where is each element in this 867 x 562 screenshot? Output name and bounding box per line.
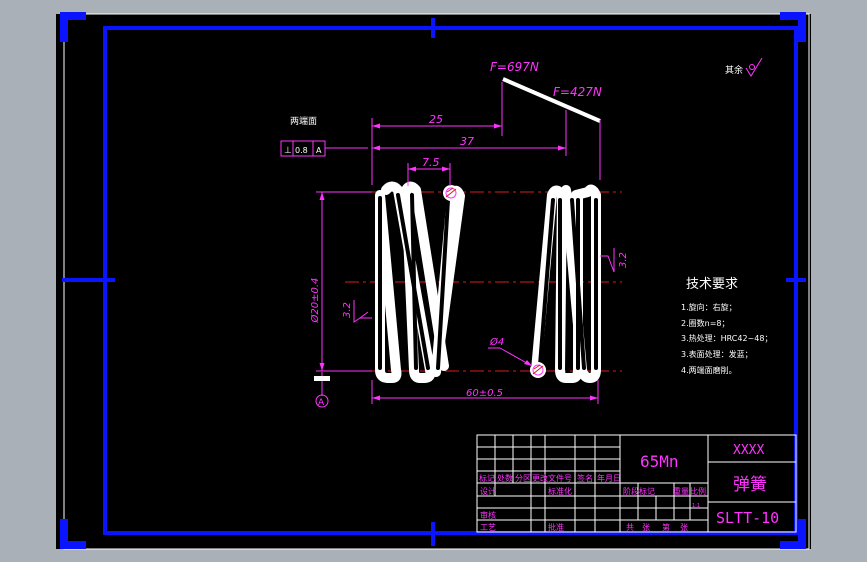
company-text: XXXX	[733, 443, 764, 458]
svg-text:张: 张	[680, 523, 688, 532]
cad-viewport[interactable]: F=697N F=427N 25 37 7.5 Ø20±0.4 Ø4 60±0.…	[0, 0, 867, 562]
svg-text:阶段标记: 阶段标记	[623, 486, 655, 496]
svg-text:年月日: 年月日	[597, 473, 621, 483]
svg-text:分区: 分区	[515, 474, 531, 483]
svg-text:第: 第	[662, 522, 670, 532]
svg-text:标记: 标记	[479, 473, 495, 483]
svg-text:共: 共	[626, 523, 634, 532]
svg-text:F=427N: F=427N	[553, 85, 602, 99]
svg-text:张: 张	[642, 523, 650, 532]
svg-text:签名: 签名	[577, 473, 593, 483]
svg-text:重量: 重量	[673, 486, 689, 496]
svg-text:4.两端面磨削。: 4.两端面磨削。	[681, 365, 737, 375]
tolerance-value: 0.8	[295, 146, 308, 155]
svg-text:标准化: 标准化	[548, 486, 572, 496]
svg-text:处数: 处数	[497, 473, 513, 483]
material-text: 65Mn	[640, 452, 679, 471]
surface-note: 其余	[725, 64, 743, 76]
part-name-text: 弹簧	[733, 475, 767, 495]
tolerance-datum: A	[316, 146, 322, 155]
svg-text:批准: 批准	[548, 522, 564, 532]
drawing-number-text: SLTT-10	[716, 509, 779, 527]
svg-text:3.热处理：HRC42~48；: 3.热处理：HRC42~48；	[681, 333, 772, 343]
tolerance-symbol: ⊥	[284, 146, 292, 156]
svg-text:7.5: 7.5	[422, 156, 440, 169]
roughness-right-value: 3.2	[618, 252, 629, 268]
svg-text:1:1: 1:1	[692, 503, 700, 509]
svg-text:37: 37	[460, 135, 474, 148]
tolerance-label: 两端面	[290, 115, 317, 127]
svg-text:更改文件号: 更改文件号	[532, 473, 572, 483]
svg-text:25: 25	[429, 113, 443, 126]
roughness-left-value: 3.2	[342, 302, 353, 318]
datum-base	[314, 376, 330, 381]
svg-text:F=697N: F=697N	[490, 60, 539, 74]
svg-text:2.圈数n=8；: 2.圈数n=8；	[681, 318, 730, 328]
svg-text:1.旋向：右旋；: 1.旋向：右旋；	[681, 302, 737, 312]
svg-text:工艺: 工艺	[480, 523, 496, 532]
svg-text:Ø20±0.4: Ø20±0.4	[309, 278, 321, 324]
datum-label: A	[318, 398, 325, 408]
svg-text:比例: 比例	[690, 486, 706, 496]
svg-text:60±0.5: 60±0.5	[466, 388, 503, 399]
svg-text:Ø4: Ø4	[489, 336, 504, 348]
svg-text:3.表面处理：发蓝；: 3.表面处理：发蓝；	[681, 349, 753, 359]
svg-text:设计: 设计	[480, 486, 496, 496]
svg-text:审核: 审核	[480, 510, 496, 520]
requirements-title: 技术要求	[686, 277, 738, 292]
